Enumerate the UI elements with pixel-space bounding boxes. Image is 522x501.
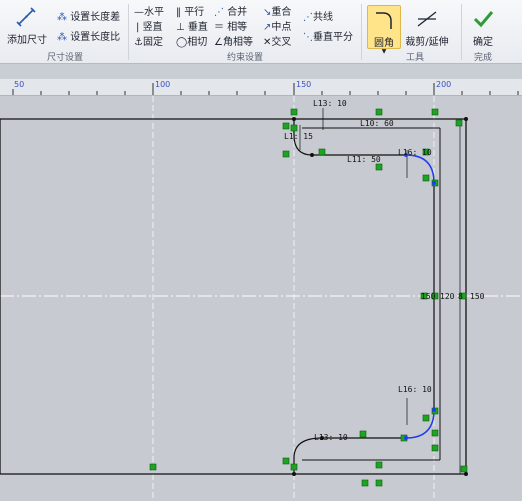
confirm-button[interactable]: 确定 [467, 5, 499, 48]
horizontal-label: 水平 [144, 7, 164, 18]
separator [461, 4, 462, 60]
perpendicular-bisect-button[interactable]: ⋱垂直平分 [303, 32, 353, 44]
merge-icon: ⋰ [214, 7, 224, 18]
intersect-button[interactable]: ✕交叉 [263, 37, 291, 49]
ruler-label-150: 150 [296, 80, 312, 89]
checkmark-icon [473, 11, 494, 28]
dim-l13-top[interactable]: L13: 10 [313, 99, 347, 108]
anchor-icon: ⚓ [134, 37, 143, 48]
equal-angle-icon: ∠ [214, 37, 223, 48]
fix-label: 固定 [142, 37, 163, 48]
ribbon-toolbar: 添加尺寸 ⁂ 设置长度差 ⁂ 设置长度比 尺寸设置 —水平 ‖ 平行 ⋰ 合并 … [0, 0, 522, 64]
tangent-label: 相切 [187, 37, 208, 48]
fillet-arc-bottom[interactable] [405, 409, 435, 439]
ruler-label-50: 50 [14, 80, 25, 89]
trim-icon [417, 11, 437, 27]
vertical-button[interactable]: | 竖直 [136, 22, 163, 34]
set-length-diff-label: 设置长度差 [70, 12, 121, 23]
dim-150a[interactable]: 150 [421, 292, 436, 301]
vertical-icon: | [136, 22, 140, 33]
constraint-group-title: 约束设置 [226, 53, 263, 63]
fillet-arc-top[interactable] [405, 154, 435, 184]
tangent-button[interactable]: ◯相切 [176, 37, 207, 49]
coincident-button[interactable]: ↘重合 [263, 7, 291, 19]
confirm-label: 确定 [473, 37, 493, 48]
tangent-icon: ◯ [176, 37, 188, 48]
bisect-label: 垂直平分 [313, 32, 353, 43]
add-dimension-button[interactable]: 添加尺寸 [6, 6, 48, 46]
dim-l11[interactable]: L11: 50 [347, 155, 381, 164]
trim-extend-button[interactable]: 裁剪/延伸 [402, 5, 452, 48]
collinear-icon: ⋰ [303, 12, 313, 23]
dim-l16-top[interactable]: L16: 10 [398, 148, 432, 157]
collinear-button[interactable]: ⋰共线 [303, 12, 333, 24]
dim-150b[interactable]: 150 [470, 292, 485, 301]
ruler-label-100: 100 [155, 80, 171, 89]
dim-l10[interactable]: L10: 60 [360, 119, 394, 128]
dimension-group-title: 尺寸设置 [46, 53, 83, 63]
coincident-label: 重合 [271, 7, 292, 18]
perpendicular-icon: ⊥ [176, 22, 185, 33]
fillet-button[interactable]: 圆角 ▼ [367, 5, 401, 55]
constraint-markers[interactable] [149, 108, 468, 487]
add-dimension-label: 添加尺寸 [7, 35, 47, 46]
merge-label: 合并 [227, 7, 248, 18]
sketch-canvas[interactable]: L13: 10 L10: 60 L1: 15 L11: 50 L16: 10 L… [0, 96, 522, 501]
separator [361, 4, 362, 60]
intersect-label: 交叉 [271, 37, 292, 48]
equal-icon: ＝ [214, 22, 224, 33]
sketch-drawing[interactable]: L13: 10 L10: 60 L1: 15 L11: 50 L16: 10 L… [0, 96, 522, 501]
dim-l16-bottom[interactable]: L16: 10 [398, 385, 432, 394]
midpoint-label: 中点 [271, 22, 292, 33]
merge-button[interactable]: ⋰ 合并 [214, 7, 247, 19]
fillet-icon [376, 12, 392, 29]
dim-8[interactable]: 8 [458, 292, 463, 301]
set-length-diff-button[interactable]: ⁂ 设置长度差 [57, 12, 120, 24]
vertical-label: 竖直 [142, 22, 163, 33]
dimension-icon [16, 7, 36, 27]
collinear-label: 共线 [313, 12, 333, 23]
parallel-icon: ‖ [176, 7, 181, 18]
parallel-label: 平行 [184, 7, 205, 18]
bisect-icon: ⋱ [303, 32, 313, 43]
length-diff-icon: ⁂ [57, 12, 67, 23]
parallel-button[interactable]: ‖ 平行 [176, 7, 204, 19]
dim-120[interactable]: 120 [440, 292, 455, 301]
ruler-label-200: 200 [436, 80, 452, 89]
horizontal-ruler: 50 100 150 200 [0, 79, 522, 96]
equal-label: 相等 [227, 22, 248, 33]
perpendicular-button[interactable]: ⊥ 垂直 [176, 22, 208, 34]
length-ratio-icon: ⁂ [57, 32, 67, 43]
horizontal-button[interactable]: —水平 [134, 7, 164, 19]
fillet-label: 圆角 [374, 38, 394, 49]
finish-group-title: 完成 [473, 53, 492, 63]
equal-button[interactable]: ＝ 相等 [214, 22, 247, 34]
midpoint-button[interactable]: ↗中点 [263, 22, 291, 34]
fix-button[interactable]: ⚓固定 [134, 37, 163, 49]
equal-angle-button[interactable]: ∠角相等 [214, 37, 253, 49]
horizontal-icon: — [134, 7, 144, 18]
tools-group-title: 工具 [405, 53, 424, 63]
set-length-ratio-label: 设置长度比 [70, 32, 121, 43]
trim-extend-label: 裁剪/延伸 [405, 37, 449, 48]
equal-angle-label: 角相等 [222, 37, 253, 48]
dim-l13-bottom[interactable]: L13: 10 [314, 433, 348, 442]
dim-l1[interactable]: L1: 15 [284, 132, 313, 141]
separator [128, 4, 129, 60]
set-length-ratio-button[interactable]: ⁂ 设置长度比 [57, 32, 120, 44]
perpendicular-label: 垂直 [187, 22, 208, 33]
